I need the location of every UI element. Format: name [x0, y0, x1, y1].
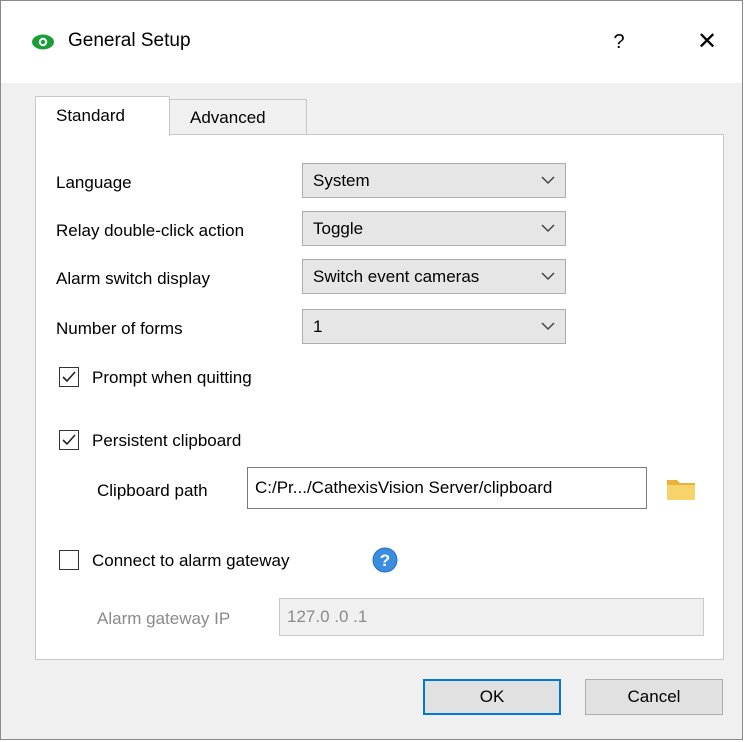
forms-combo[interactable]: 1 [302, 309, 566, 344]
forms-value: 1 [313, 317, 323, 336]
checkmark-icon [62, 371, 76, 383]
help-button[interactable]: ? [599, 23, 639, 61]
language-combo[interactable]: System [302, 163, 566, 198]
relay-label: Relay double-click action [56, 221, 245, 240]
clipboard-path-input[interactable]: C:/Pr.../CathexisVision Server/clipboard [247, 467, 647, 509]
prompt-quit-label: Prompt when quitting [92, 368, 252, 387]
forms-label: Number of forms [56, 319, 183, 338]
gateway-ip-input[interactable]: 127.0 .0 .1 [279, 598, 704, 636]
language-label: Language [56, 173, 132, 192]
title-bar: General Setup ? ✕ [1, 1, 742, 83]
gateway-ip-label: Alarm gateway IP [97, 609, 231, 628]
eye-icon [32, 34, 54, 50]
chevron-down-icon [541, 272, 555, 281]
chevron-down-icon [541, 176, 555, 185]
alarm-gateway-label: Connect to alarm gateway [92, 551, 290, 570]
standard-panel: Language System Relay double-click actio… [35, 134, 724, 660]
tab-standard[interactable]: Standard [35, 96, 170, 136]
folder-icon[interactable] [666, 477, 696, 501]
cancel-button[interactable]: Cancel [585, 679, 723, 715]
help-icon[interactable]: ? [372, 547, 398, 573]
language-value: System [313, 171, 370, 190]
relay-value: Toggle [313, 219, 364, 238]
alarm-switch-combo[interactable]: Switch event cameras [302, 259, 566, 294]
svg-text:?: ? [380, 551, 390, 570]
tab-advanced[interactable]: Advanced [169, 99, 307, 135]
close-button[interactable]: ✕ [687, 23, 727, 61]
persistent-clipboard-checkbox[interactable] [59, 430, 79, 450]
window-title: General Setup [68, 30, 191, 51]
prompt-quit-checkbox[interactable] [59, 367, 79, 387]
persistent-clipboard-label: Persistent clipboard [92, 431, 242, 450]
general-setup-dialog: General Setup ? ✕ Advanced Standard Lang… [0, 0, 743, 740]
alarm-switch-label: Alarm switch display [56, 269, 210, 288]
alarm-gateway-checkbox[interactable] [59, 550, 79, 570]
relay-combo[interactable]: Toggle [302, 211, 566, 246]
alarm-switch-value: Switch event cameras [313, 267, 480, 286]
chevron-down-icon [541, 224, 555, 233]
clipboard-path-label: Clipboard path [97, 481, 208, 500]
chevron-down-icon [541, 322, 555, 331]
checkmark-icon [62, 434, 76, 446]
ok-button[interactable]: OK [423, 679, 561, 715]
